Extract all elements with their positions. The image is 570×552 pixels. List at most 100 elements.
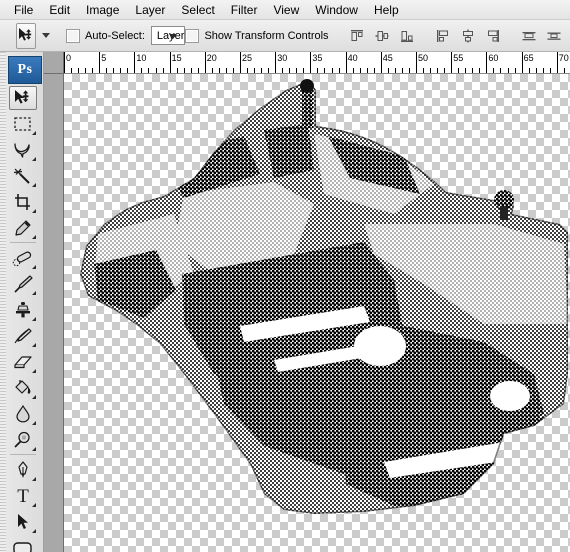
tool-preset-chevron-down-icon[interactable] xyxy=(42,33,50,38)
tool-dodge[interactable] xyxy=(9,428,37,452)
tool-move[interactable] xyxy=(9,86,37,110)
tool-pen[interactable] xyxy=(9,458,37,482)
tool-type[interactable]: T xyxy=(9,484,37,508)
ruler-minor-tick xyxy=(303,68,305,73)
distribute-top-edges-button[interactable] xyxy=(519,26,539,46)
show-transform-controls-checkbox[interactable] xyxy=(185,28,200,43)
align-bottom-edges-icon xyxy=(400,30,413,42)
tool-history-brush[interactable] xyxy=(9,324,37,348)
menu-item-image[interactable]: Image xyxy=(78,1,127,19)
align-right-edges-button[interactable] xyxy=(483,26,503,46)
eyedropper-icon xyxy=(15,220,31,236)
move-tool-icon xyxy=(15,90,29,104)
menu-item-edit[interactable]: Edit xyxy=(41,1,78,19)
align-left-edges-button[interactable] xyxy=(433,26,453,46)
tool-brush[interactable] xyxy=(9,272,37,296)
ruler-minor-tick xyxy=(85,68,87,73)
menu-item-view[interactable]: View xyxy=(265,1,307,19)
ruler-minor-tick xyxy=(373,68,375,73)
flyout-triangle-icon xyxy=(32,131,36,135)
ruler-label: 5 xyxy=(101,53,107,63)
align-top-edges-button[interactable] xyxy=(347,26,367,46)
ruler-minor-tick xyxy=(458,68,460,73)
vertical-ruler-gutter[interactable] xyxy=(44,74,64,552)
tool-path-selection[interactable] xyxy=(9,510,37,534)
menu-item-window[interactable]: Window xyxy=(307,1,366,19)
tool-eyedropper[interactable] xyxy=(9,216,37,240)
distribute-vertical-centers-button[interactable] xyxy=(544,26,564,46)
align-right-edges-icon xyxy=(487,29,499,42)
ruler-minor-tick xyxy=(92,68,94,73)
ruler-minor-tick xyxy=(296,68,298,73)
ruler-minor-tick xyxy=(430,68,432,73)
ruler-minor-tick xyxy=(268,68,270,73)
tool-rounded-rectangle[interactable] xyxy=(9,536,37,552)
flyout-triangle-icon xyxy=(32,291,36,295)
ruler-minor-tick xyxy=(507,68,509,73)
distribute-group xyxy=(519,26,570,46)
history-brush-icon xyxy=(14,328,32,344)
auto-select-checkbox[interactable] xyxy=(66,28,80,43)
menu-item-select[interactable]: Select xyxy=(173,1,222,19)
align-group-vertical xyxy=(347,26,417,46)
ruler-minor-tick xyxy=(141,68,143,73)
flyout-triangle-icon xyxy=(32,395,36,399)
align-vertical-centers-button[interactable] xyxy=(372,26,392,46)
ruler-minor-tick xyxy=(563,68,565,73)
tool-blur[interactable] xyxy=(9,402,37,426)
ruler-minor-tick xyxy=(71,68,73,73)
ruler-origin-corner[interactable] xyxy=(44,52,64,74)
tool-paint-bucket[interactable] xyxy=(9,376,37,400)
toolbox-divider-2 xyxy=(10,454,36,455)
align-bottom-edges-button[interactable] xyxy=(397,26,417,46)
tool-clone-stamp[interactable] xyxy=(9,298,37,322)
flyout-triangle-icon xyxy=(32,503,36,507)
ruler-minor-tick xyxy=(366,68,368,73)
menu-item-file[interactable]: File xyxy=(6,1,41,19)
menu-item-help[interactable]: Help xyxy=(366,1,407,19)
ruler-minor-tick xyxy=(338,68,340,73)
auto-select-dropdown[interactable]: Layer xyxy=(150,26,186,45)
lasso-icon xyxy=(14,143,30,158)
ruler-minor-tick xyxy=(254,68,256,73)
photoshop-logo: Ps xyxy=(8,56,42,84)
tool-lasso[interactable] xyxy=(9,138,37,162)
car-halftone-body xyxy=(80,82,568,514)
magic-wand-icon xyxy=(13,168,30,184)
ruler-minor-tick xyxy=(106,68,108,73)
align-horizontal-centers-button[interactable] xyxy=(458,26,478,46)
ruler-minor-tick xyxy=(331,68,333,73)
tool-eraser[interactable] xyxy=(9,350,37,374)
ruler-minor-tick xyxy=(211,68,213,73)
toolbox-drag-grip[interactable] xyxy=(0,52,6,552)
horizontal-ruler[interactable]: 0 5 10 15 20 25 30 35 40 45 50 55 60 65 70 xyxy=(64,52,570,74)
align-top-edges-icon xyxy=(350,29,363,41)
distribute-top-edges-icon xyxy=(522,31,536,40)
ruler-minor-tick xyxy=(317,68,319,73)
dodge-icon xyxy=(14,431,30,448)
ruler-label: 40 xyxy=(347,53,358,63)
ruler-minor-tick xyxy=(232,68,234,73)
paint-bucket-icon xyxy=(15,380,31,394)
flyout-triangle-icon xyxy=(32,447,36,451)
tool-healing-brush[interactable] xyxy=(9,246,37,270)
tool-rectangular-marquee[interactable] xyxy=(9,112,37,136)
ruler-minor-tick xyxy=(401,68,403,73)
tool-crop[interactable] xyxy=(9,190,37,214)
flyout-triangle-icon xyxy=(32,343,36,347)
menu-item-filter[interactable]: Filter xyxy=(223,1,266,19)
tool-magic-wand[interactable] xyxy=(9,164,37,188)
ruler-minor-tick xyxy=(218,68,220,73)
ruler-minor-tick xyxy=(247,68,249,73)
ruler-minor-tick xyxy=(261,68,263,73)
move-tool-icon xyxy=(19,27,32,41)
ruler-minor-tick xyxy=(225,68,227,73)
eraser-icon xyxy=(14,356,32,369)
document-canvas[interactable] xyxy=(64,74,570,552)
ruler-minor-tick xyxy=(514,68,516,73)
car-artwork-layer xyxy=(80,79,568,514)
ruler-minor-tick xyxy=(437,68,439,73)
ruler-minor-tick xyxy=(183,68,185,73)
menu-item-layer[interactable]: Layer xyxy=(127,1,173,19)
active-tool-preset-button[interactable] xyxy=(16,22,36,49)
